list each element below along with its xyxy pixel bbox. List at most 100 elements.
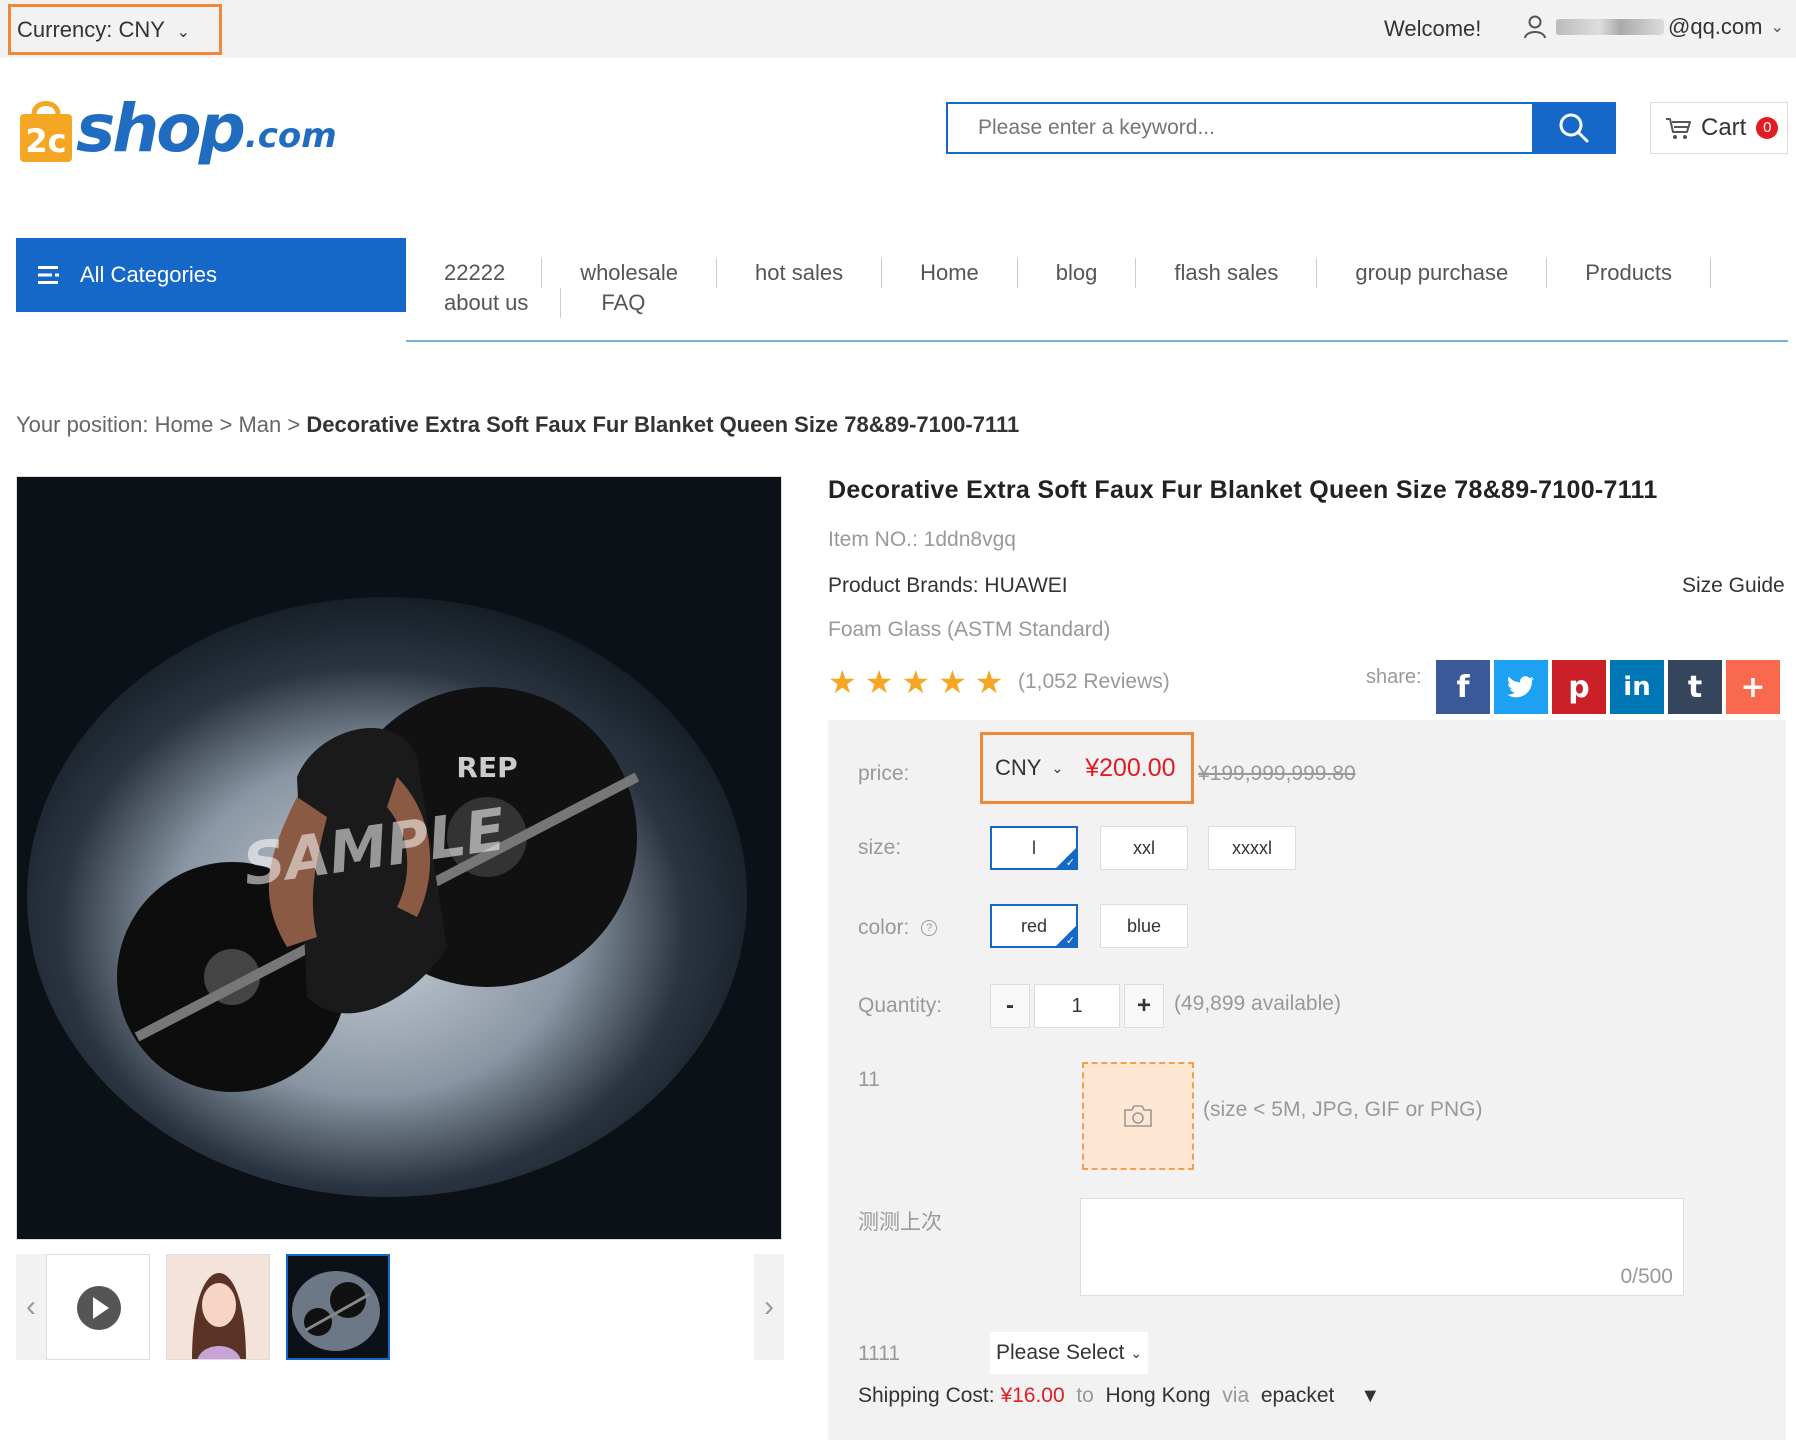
breadcrumb-prefix: Your position: [16,412,149,437]
menu-icon [38,266,59,284]
original-price: ¥199,999,999.80 [1198,762,1356,785]
logo-text: shop [76,90,246,167]
currency-selector[interactable]: Currency: CNY ⌄ [8,4,222,55]
star-icon: ★ [974,664,1004,700]
currency-value: CNY [118,17,165,42]
nav-item-faq[interactable]: FAQ [561,288,645,318]
color-label: color: ? [858,916,938,940]
size-option-xxxxl[interactable]: xxxxl [1208,826,1296,870]
available-stock: (49,899 available) [1174,992,1341,1015]
facebook-share-button[interactable]: f [1436,660,1490,714]
quantity-decrease-button[interactable]: - [990,984,1030,1028]
chevron-down-icon: ⌄ [1130,1344,1143,1361]
nav-item-group-purchase[interactable]: group purchase [1317,258,1548,288]
item-number: Item NO.: 1ddn8vgq [828,528,1016,551]
nav-item-home[interactable]: Home [882,258,1018,288]
product-main-image[interactable]: REP SAMPLE [16,476,782,1240]
star-icon: ★ [901,664,931,700]
breadcrumb-separator: > [219,412,233,437]
size-option-l[interactable]: l ✓ [990,826,1078,870]
share-label: share: [1366,666,1422,688]
purchase-panel: price: CNY ⌄ ¥200.00 ¥199,999,999.80 siz… [828,720,1786,1440]
shipping-cost: ¥16.00 [1000,1384,1065,1407]
star-icon: ★ [864,664,894,700]
nav-item-products[interactable]: Products [1547,258,1712,288]
upload-hint: (size < 5M, JPG, GIF or PNG) [1203,1098,1483,1121]
search-box [946,102,1558,154]
caret-down-icon[interactable]: ▼ [1360,1385,1380,1408]
shipping-destination[interactable]: Hong Kong [1106,1384,1211,1408]
linkedin-icon: in [1623,672,1651,702]
currency-label: Currency: [17,17,113,42]
nav-item-wholesale[interactable]: wholesale [542,258,718,288]
star-rating: ★ ★ ★ ★ ★ [828,666,1011,698]
star-icon: ★ [828,664,857,700]
search-button[interactable] [1532,102,1616,154]
twitter-icon [1507,676,1534,698]
color-label-text: color: [858,916,910,939]
select-field-label: 1111 [858,1342,901,1365]
thumbnail-video[interactable] [46,1254,150,1360]
breadcrumb-home[interactable]: Home [155,412,214,437]
price-label: price: [858,762,910,785]
quantity-increase-button[interactable]: + [1124,984,1164,1028]
quantity-input[interactable]: 1 [1034,984,1120,1028]
product-subtitle: Foam Glass (ASTM Standard) [828,618,1111,641]
size-option-label: xxl [1133,837,1155,858]
size-label: size: [858,836,902,859]
breadcrumb-category[interactable]: Man [238,412,281,437]
search-input[interactable] [948,104,1556,152]
nav-item-blog[interactable]: blog [1018,258,1137,288]
linkedin-share-button[interactable]: in [1610,660,1664,714]
shipping-via-text: via [1222,1384,1250,1407]
main-navigation: 22222 wholesale hot sales Home blog flas… [406,240,1788,342]
nav-item-flash-sales[interactable]: flash sales [1136,258,1318,288]
size-option-label: l [1032,837,1036,858]
thumbnail-strip: ‹ › [16,1254,784,1362]
check-icon: ✓ [1065,935,1075,947]
shipping-label: Shipping Cost: [858,1384,995,1407]
tumblr-share-button[interactable]: t [1668,660,1722,714]
user-icon [1524,15,1546,39]
cart-label: Cart [1701,114,1747,141]
nav-item-about-us[interactable]: about us [406,288,562,318]
search-icon [1559,113,1589,143]
logo-tld: .com [244,116,337,156]
quantity-label: Quantity: [858,994,943,1017]
top-bar: Currency: CNY ⌄ Welcome! @qq.com ⌄ [0,0,1796,58]
nav-item-22222[interactable]: 22222 [406,258,543,288]
color-option-red[interactable]: red ✓ [990,904,1078,948]
option-select-dropdown[interactable]: Please Select ⌄ [990,1332,1148,1374]
nav-item-hot-sales[interactable]: hot sales [717,258,883,288]
help-icon[interactable]: ? [921,920,938,937]
site-logo[interactable]: 2c shop .com [16,94,337,164]
user-account-menu[interactable]: @qq.com ⌄ [1524,14,1784,40]
cart-count-badge: 0 [1756,117,1779,139]
thumbnail-next-button[interactable]: › [754,1254,784,1360]
shipping-carrier[interactable]: epacket [1261,1384,1335,1408]
thumbnail-prev-button[interactable]: ‹ [16,1254,46,1360]
thumbnail-barbell[interactable] [286,1254,390,1360]
cart-button[interactable]: Cart 0 [1650,102,1788,154]
size-option-xxl[interactable]: xxl [1100,826,1188,870]
breadcrumb-separator: > [287,412,301,437]
pinterest-icon: p [1568,669,1590,705]
product-title: Decorative Extra Soft Faux Fur Blanket Q… [828,476,1658,504]
all-categories-button[interactable]: All Categories [16,238,406,312]
shipping-cost-row: Shipping Cost: ¥16.00 to Hong Kong via e… [858,1384,1380,1408]
chevron-down-icon: ⌄ [1770,19,1784,36]
color-option-blue[interactable]: blue [1100,904,1188,948]
note-textarea[interactable]: 0/500 [1080,1198,1684,1296]
size-guide-link[interactable]: Size Guide [1682,574,1785,598]
more-share-button[interactable]: + [1726,660,1780,714]
thumbnail-portrait[interactable] [166,1254,270,1360]
price-currency-selector[interactable]: CNY [995,755,1041,781]
pinterest-share-button[interactable]: p [1552,660,1606,714]
twitter-share-button[interactable] [1494,660,1548,714]
nav-row-1: 22222 wholesale hot sales Home blog flas… [406,258,1712,288]
user-email: @qq.com [1668,14,1763,39]
product-brands: Product Brands: HUAWEI [828,574,1068,597]
image-upload-box[interactable] [1082,1062,1194,1170]
reviews-count-link[interactable]: (1,052 Reviews) [1018,670,1170,694]
chevron-left-icon: ‹ [26,1290,36,1323]
